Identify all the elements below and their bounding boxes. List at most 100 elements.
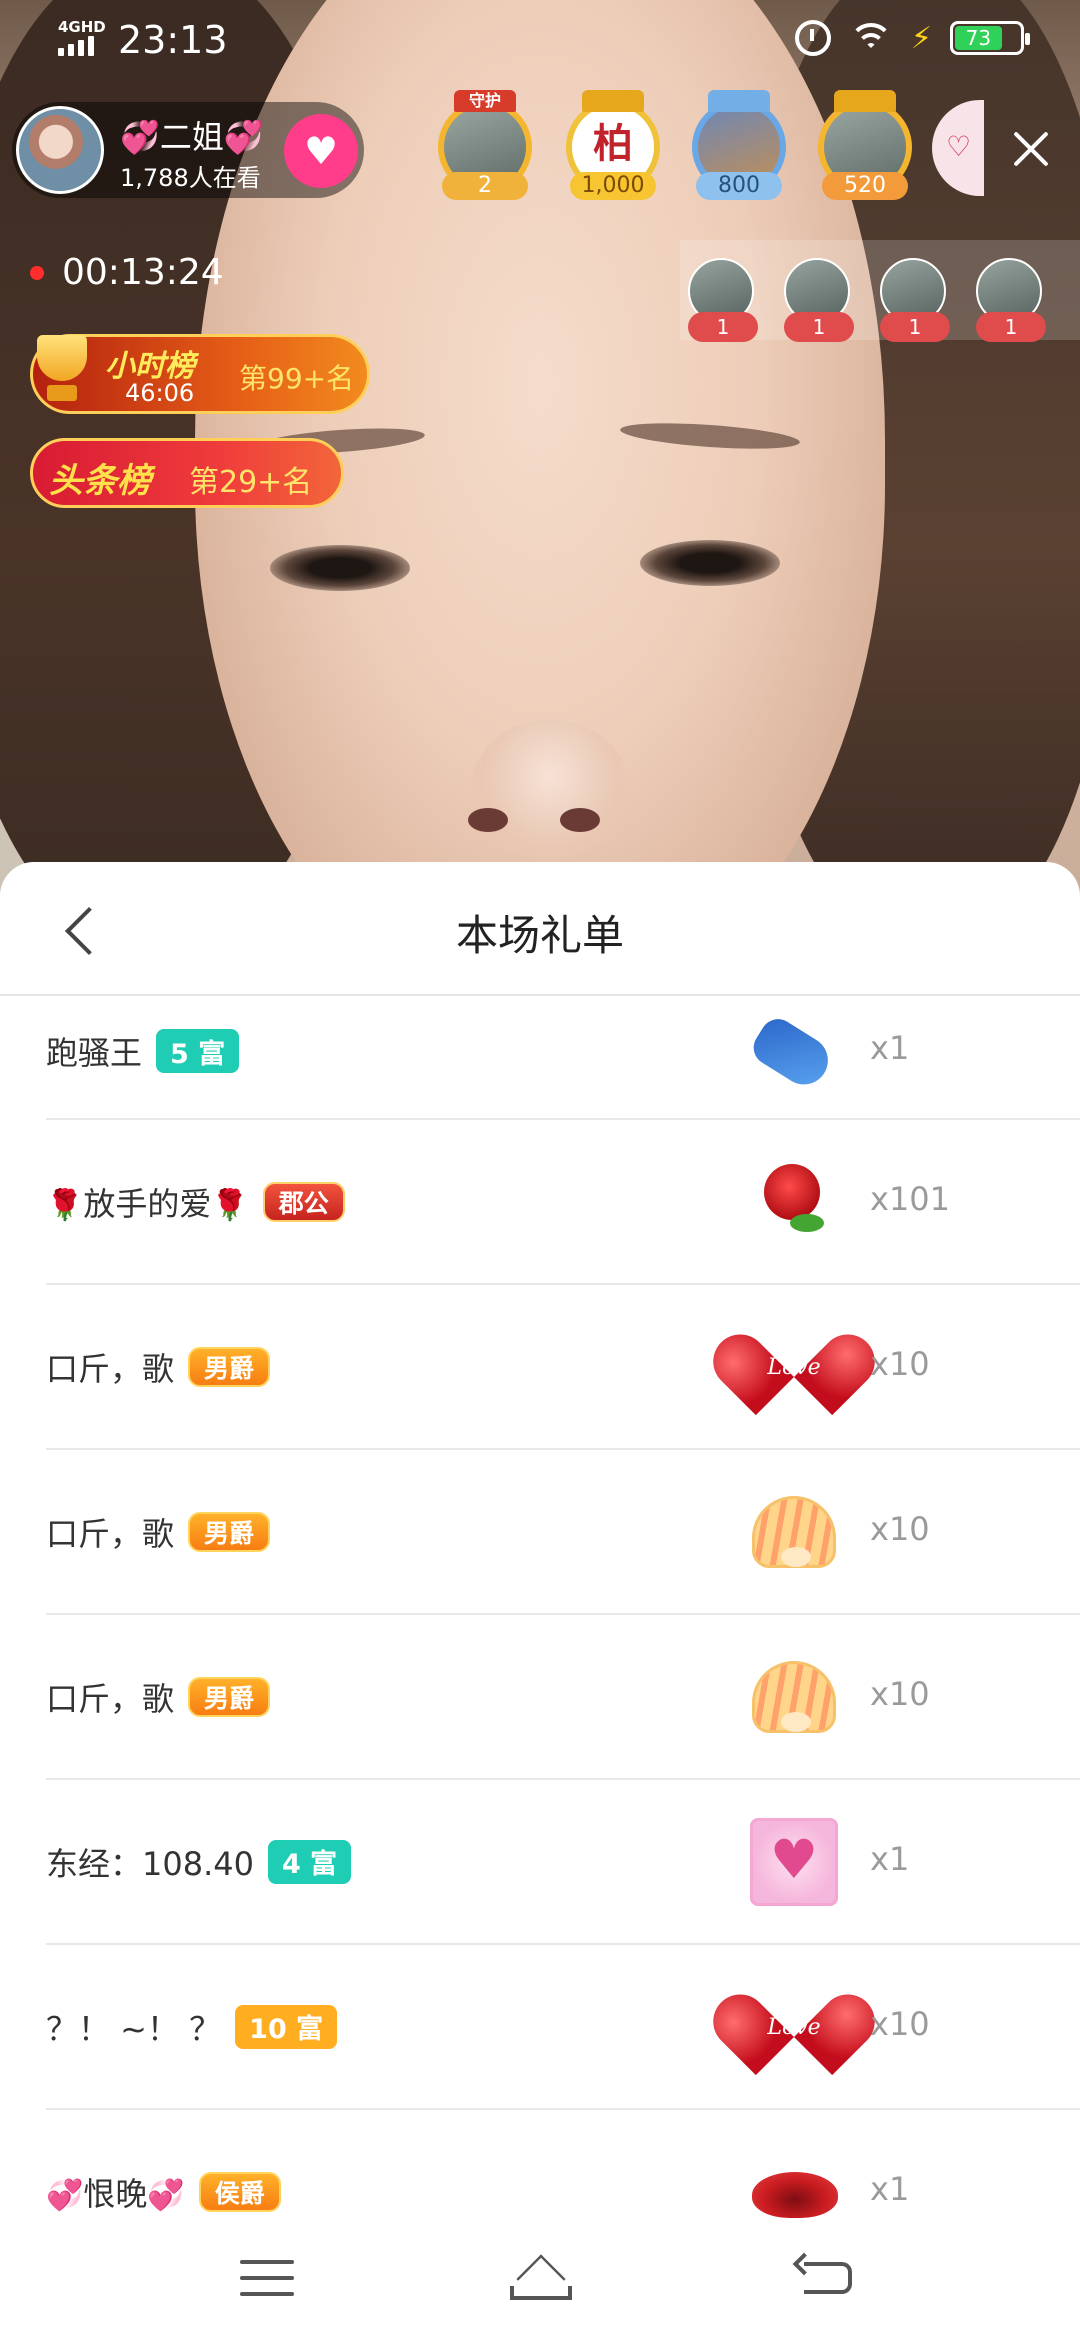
fan-value: 520 bbox=[822, 172, 908, 200]
fan-value: 1,000 bbox=[570, 172, 656, 200]
gift-row[interactable]: 跑骚王 5 富 x1 bbox=[46, 996, 1080, 1120]
gift-count: x10 bbox=[870, 1344, 930, 1383]
viewer-gift-count: 1 bbox=[880, 312, 950, 342]
sender-name: 口斤，歌 bbox=[46, 1679, 175, 1718]
wifi-icon bbox=[848, 21, 893, 55]
rose-icon: 🌹 bbox=[46, 1187, 84, 1223]
fan-value: 2 bbox=[442, 172, 528, 200]
shell-gift-icon bbox=[746, 1649, 842, 1745]
hearts-icon: 💞 bbox=[147, 2177, 185, 2213]
love-heart-gift-icon: Love bbox=[702, 1979, 886, 2075]
gift-row[interactable]: 口斤，歌 男爵 Love x10 bbox=[46, 1285, 1080, 1450]
crown-icon bbox=[582, 90, 644, 112]
alarm-icon bbox=[794, 20, 831, 56]
gift-count: x10 bbox=[870, 2004, 930, 2043]
rose-gift-icon bbox=[746, 1154, 842, 1250]
sender-name: 东经：108.40 bbox=[46, 1844, 254, 1883]
heart-box-gift-icon: ♥ bbox=[746, 1814, 842, 1910]
sheet-header: 本场礼单 bbox=[0, 862, 1080, 996]
menu-icon[interactable] bbox=[240, 2256, 296, 2300]
slipper-gift-icon bbox=[746, 1003, 842, 1099]
rich-level-badge: 5 富 bbox=[156, 1029, 240, 1073]
gift-sender: 口斤，歌 男爵 bbox=[46, 1285, 271, 1448]
audience-member[interactable]: 1 bbox=[784, 258, 854, 342]
gift-row[interactable]: 口斤，歌 男爵 x10 bbox=[46, 1450, 1080, 1615]
audience-member[interactable]: 1 bbox=[688, 258, 758, 342]
gift-sender: 跑骚王 5 富 bbox=[46, 990, 240, 1112]
nose bbox=[470, 720, 630, 860]
sheet-title: 本场礼单 bbox=[455, 911, 624, 960]
gift-sender: 口斤，歌 男爵 bbox=[46, 1615, 271, 1778]
sender-name: 🌹放手的爱🌹 bbox=[46, 1179, 249, 1225]
love-heart-gift-icon: Love bbox=[702, 1319, 886, 1415]
sender-name: 口斤，歌 bbox=[46, 1349, 175, 1388]
gift-count: x1 bbox=[870, 1839, 910, 1878]
status-time: 23:13 bbox=[118, 18, 228, 62]
host-name: 💞二姐💞 bbox=[120, 118, 264, 156]
network-type: 4GHD bbox=[58, 18, 106, 36]
charging-icon: ⚡ bbox=[910, 20, 932, 56]
viewer-gift-count: 1 bbox=[784, 312, 854, 342]
gift-count: x1 bbox=[870, 1029, 910, 1067]
close-icon[interactable] bbox=[1006, 124, 1056, 174]
rich-level-badge: 4 富 bbox=[267, 1839, 352, 1884]
headline-rank-title: 头条榜 bbox=[49, 461, 151, 501]
eye-left bbox=[270, 545, 410, 591]
system-nav-bar bbox=[0, 2220, 1080, 2340]
gift-count: x1 bbox=[870, 2169, 910, 2208]
sender-name: 口斤，歌 bbox=[46, 1514, 175, 1553]
gift-row[interactable]: ？！ ~！ ？ 10 富 Love x10 bbox=[46, 1945, 1080, 2110]
nostril-right bbox=[560, 808, 600, 832]
top-fan-1[interactable]: 守护 2 bbox=[426, 90, 544, 204]
top-fan-4[interactable]: 520 bbox=[806, 90, 924, 204]
audience-member[interactable]: 1 bbox=[976, 258, 1046, 342]
crown-icon bbox=[708, 90, 770, 112]
guard-badge: 守护 bbox=[454, 90, 516, 112]
top-fan-3[interactable]: 800 bbox=[680, 90, 798, 204]
rich-level-badge: 10 富 bbox=[235, 2004, 338, 2049]
top-fan-2[interactable]: 柏 1,000 bbox=[554, 90, 672, 204]
noble-badge: 郡公 bbox=[262, 1181, 345, 1222]
host-avatar[interactable] bbox=[16, 106, 104, 194]
follow-button[interactable]: ♥ bbox=[284, 114, 358, 188]
gift-count: x101 bbox=[870, 1179, 951, 1218]
headline-rank-position: 第29+名 bbox=[189, 465, 313, 500]
gift-sender: 口斤，歌 男爵 bbox=[46, 1450, 271, 1613]
hour-rank-badge[interactable]: 小时榜 46:06 第99+名 bbox=[30, 334, 370, 414]
status-icons: ⚡ 73 bbox=[794, 20, 1030, 56]
gift-sender: 东经：108.40 4 富 bbox=[46, 1780, 352, 1943]
gift-list-sheet: 本场礼单 跑骚王 5 富 x1 🌹放手的爱🌹 郡公 x101 口斤，歌 男爵 L… bbox=[0, 862, 1080, 2340]
battery-level: 73 bbox=[955, 26, 1002, 50]
noble-badge: 男爵 bbox=[188, 1346, 271, 1387]
home-icon[interactable] bbox=[506, 2250, 576, 2306]
live-dot-icon bbox=[30, 266, 44, 280]
nostril-left bbox=[468, 808, 508, 832]
signal-icon bbox=[58, 36, 94, 56]
viewer-gift-count: 1 bbox=[688, 312, 758, 342]
gift-row[interactable]: 🌹放手的爱🌹 郡公 x101 bbox=[46, 1120, 1080, 1285]
audience-member[interactable]: 1 bbox=[880, 258, 950, 342]
hour-rank-position: 第99+名 bbox=[239, 362, 355, 395]
gift-sender: 🌹放手的爱🌹 郡公 bbox=[46, 1120, 345, 1283]
noble-badge: 男爵 bbox=[188, 1676, 271, 1717]
trophy-icon bbox=[27, 329, 97, 417]
fan-logo-icon: ♡ bbox=[946, 130, 972, 163]
sender-name: 跑骚王 bbox=[46, 1034, 143, 1072]
host-info[interactable]: 💞二姐💞 1,788人在看 ♥ bbox=[12, 102, 364, 198]
sender-name-text: 恨晚 bbox=[83, 2174, 148, 2213]
gift-sender: ？！ ~！ ？ 10 富 bbox=[46, 1945, 338, 2108]
back-nav-icon[interactable] bbox=[792, 2252, 856, 2304]
gift-list[interactable]: 跑骚王 5 富 x1 🌹放手的爱🌹 郡公 x101 口斤，歌 男爵 Love x… bbox=[0, 996, 1080, 2275]
gift-count: x10 bbox=[870, 1674, 930, 1713]
gift-row[interactable]: 口斤，歌 男爵 x10 bbox=[46, 1615, 1080, 1780]
noble-badge: 侯爵 bbox=[198, 2171, 281, 2212]
rose-icon: 🌹 bbox=[211, 1187, 249, 1223]
headline-rank-badge[interactable]: 头条榜 第29+名 bbox=[30, 438, 344, 508]
hour-rank-countdown: 46:06 bbox=[125, 379, 195, 407]
sender-name: 💞恨晚💞 bbox=[46, 2169, 185, 2215]
hearts-icon: 💞 bbox=[46, 2177, 84, 2213]
gift-row[interactable]: 东经：108.40 4 富 ♥ x1 bbox=[46, 1780, 1080, 1945]
sender-name-text: 放手的爱 bbox=[83, 1184, 212, 1223]
status-bar: 4GHD 23:13 ⚡ 73 bbox=[0, 0, 1080, 84]
noble-badge: 男爵 bbox=[188, 1511, 271, 1552]
